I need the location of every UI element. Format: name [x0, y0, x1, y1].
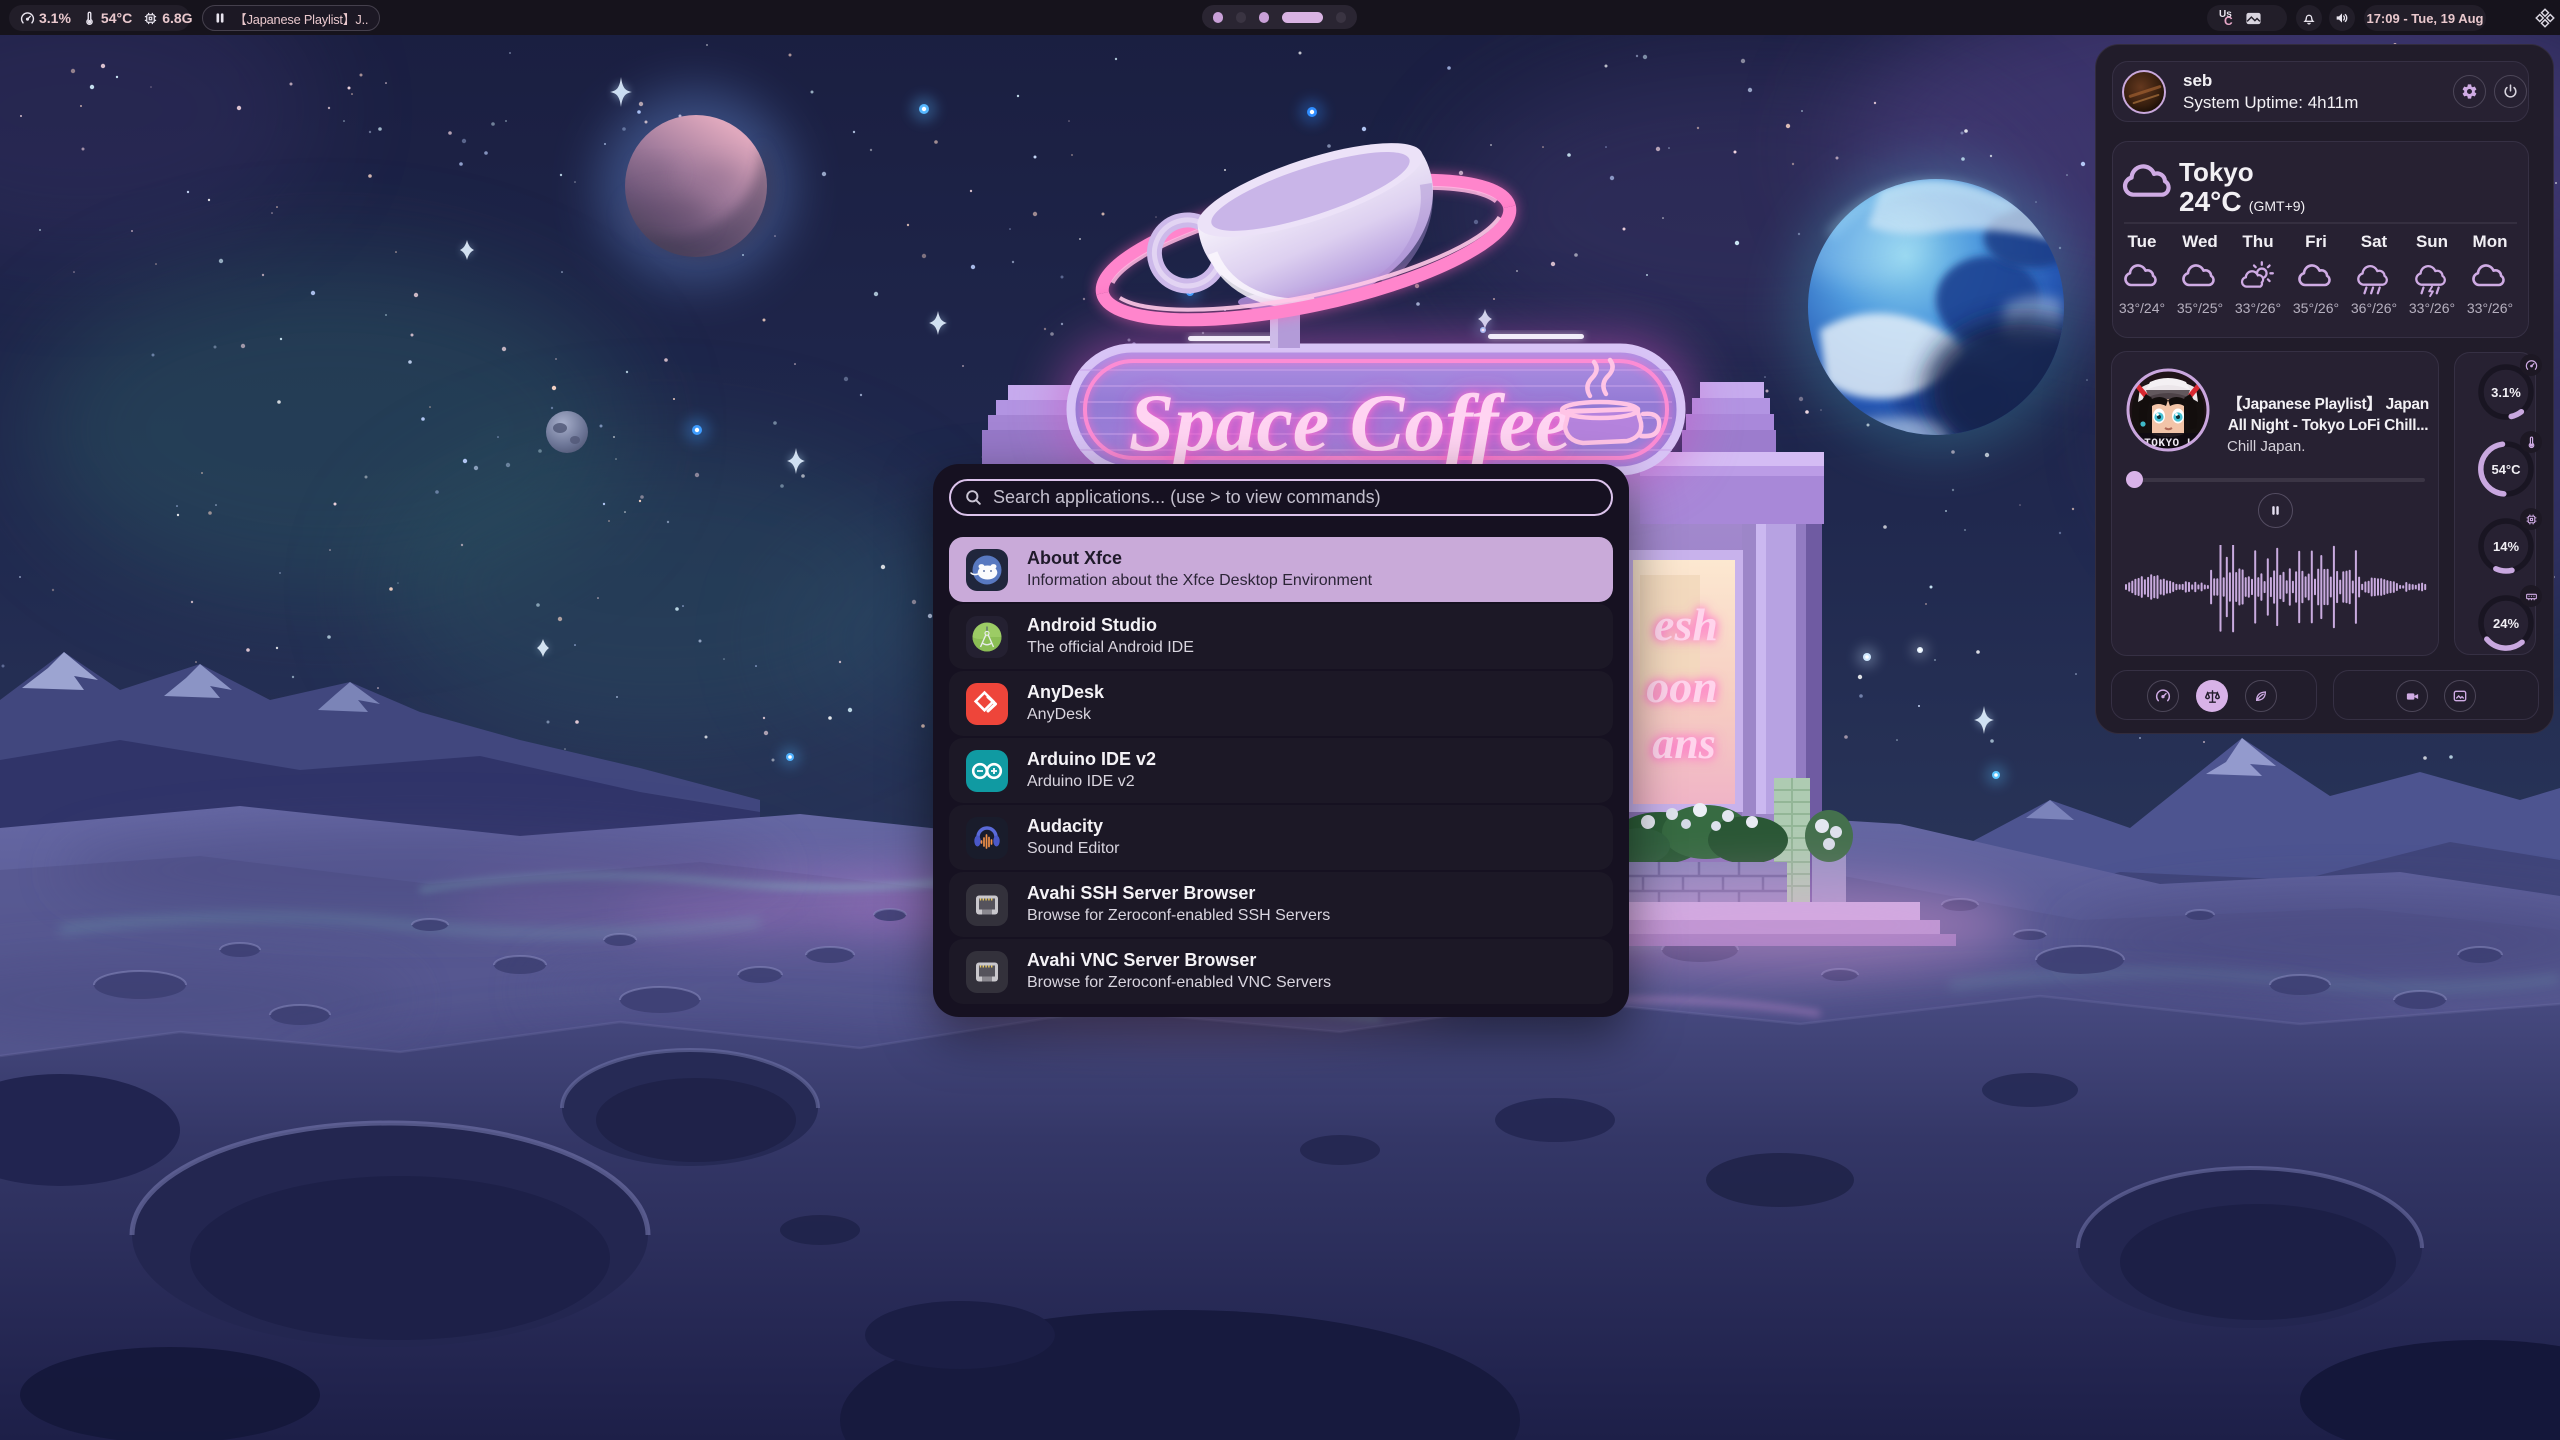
svg-text:ans: ans — [1652, 719, 1716, 768]
svg-text:oon: oon — [1646, 661, 1718, 712]
svg-text:esh: esh — [1654, 599, 1718, 650]
svg-text:Space Coffee: Space Coffee — [1129, 377, 1572, 468]
